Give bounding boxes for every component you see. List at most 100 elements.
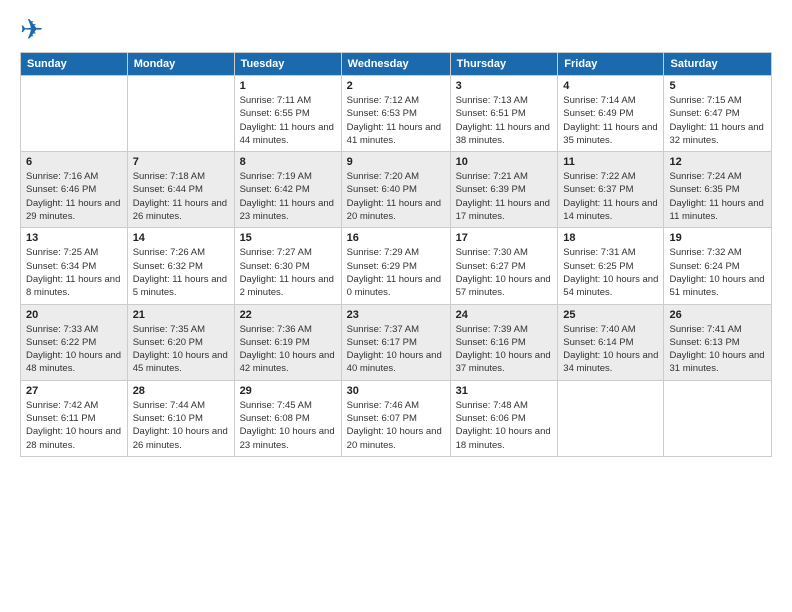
day-info: Sunrise: 7:22 AM Sunset: 6:37 PM Dayligh… xyxy=(563,170,658,223)
day-number: 15 xyxy=(240,232,336,244)
calendar-cell: 9 Sunrise: 7:20 AM Sunset: 6:40 PM Daylig… xyxy=(341,152,450,228)
day-info: Sunrise: 7:25 AM Sunset: 6:34 PM Dayligh… xyxy=(26,246,122,299)
day-number: 24 xyxy=(456,309,553,321)
day-info: Sunrise: 7:45 AM Sunset: 6:08 PM Dayligh… xyxy=(240,399,336,452)
day-number: 4 xyxy=(563,80,658,92)
day-number: 6 xyxy=(26,156,122,168)
day-info: Sunrise: 7:14 AM Sunset: 6:49 PM Dayligh… xyxy=(563,94,658,147)
day-number: 5 xyxy=(669,80,766,92)
day-number: 10 xyxy=(456,156,553,168)
day-info: Sunrise: 7:30 AM Sunset: 6:27 PM Dayligh… xyxy=(456,246,553,299)
calendar-cell: 27Sunrise: 7:42 AM Sunset: 6:11 PM Dayli… xyxy=(21,380,128,456)
day-info: Sunrise: 7:12 AM Sunset: 6:53 PM Dayligh… xyxy=(347,94,445,147)
logo-icon: ✈ xyxy=(20,16,43,44)
day-number: 13 xyxy=(26,232,122,244)
calendar-cell: 5Sunrise: 7:15 AM Sunset: 6:47 PM Daylig… xyxy=(664,76,772,152)
calendar-cell: 18 Sunrise: 7:31 AM Sunset: 6:25 PM Dayli… xyxy=(558,228,664,304)
day-info: Sunrise: 7:33 AM Sunset: 6:22 PM Dayligh… xyxy=(26,323,122,376)
calendar-cell xyxy=(127,76,234,152)
day-number: 29 xyxy=(240,385,336,397)
day-number: 23 xyxy=(347,309,445,321)
weekday-header: Monday xyxy=(127,53,234,76)
weekday-header: Wednesday xyxy=(341,53,450,76)
day-info: Sunrise: 7:36 AM Sunset: 6:19 PM Dayligh… xyxy=(240,323,336,376)
day-info: Sunrise: 7:19 AM Sunset: 6:42 PM Dayligh… xyxy=(240,170,336,223)
calendar-cell: 20 Sunrise: 7:33 AM Sunset: 6:22 PM Dayli… xyxy=(21,304,128,380)
calendar-cell: 21 Sunrise: 7:35 AM Sunset: 6:20 PM Dayli… xyxy=(127,304,234,380)
day-number: 17 xyxy=(456,232,553,244)
calendar-cell: 22 Sunrise: 7:36 AM Sunset: 6:19 PM Dayli… xyxy=(234,304,341,380)
calendar-cell: 7 Sunrise: 7:18 AM Sunset: 6:44 PM Daylig… xyxy=(127,152,234,228)
header: ✈ xyxy=(20,16,772,44)
day-number: 20 xyxy=(26,309,122,321)
calendar-week-row: 20 Sunrise: 7:33 AM Sunset: 6:22 PM Dayli… xyxy=(21,304,772,380)
calendar-week-row: 13 Sunrise: 7:25 AM Sunset: 6:34 PM Dayli… xyxy=(21,228,772,304)
day-number: 16 xyxy=(347,232,445,244)
weekday-header: Thursday xyxy=(450,53,558,76)
weekday-header: Sunday xyxy=(21,53,128,76)
calendar-cell: 23Sunrise: 7:37 AM Sunset: 6:17 PM Dayli… xyxy=(341,304,450,380)
calendar-header-row: SundayMondayTuesdayWednesdayThursdayFrid… xyxy=(21,53,772,76)
calendar-cell: 11 Sunrise: 7:22 AM Sunset: 6:37 PM Dayli… xyxy=(558,152,664,228)
day-info: Sunrise: 7:41 AM Sunset: 6:13 PM Dayligh… xyxy=(669,323,766,376)
calendar-cell: 3Sunrise: 7:13 AM Sunset: 6:51 PM Daylig… xyxy=(450,76,558,152)
day-info: Sunrise: 7:32 AM Sunset: 6:24 PM Dayligh… xyxy=(669,246,766,299)
day-number: 3 xyxy=(456,80,553,92)
day-number: 28 xyxy=(133,385,229,397)
day-number: 9 xyxy=(347,156,445,168)
weekday-header: Saturday xyxy=(664,53,772,76)
day-info: Sunrise: 7:29 AM Sunset: 6:29 PM Dayligh… xyxy=(347,246,445,299)
day-info: Sunrise: 7:18 AM Sunset: 6:44 PM Dayligh… xyxy=(133,170,229,223)
calendar-cell: 25 Sunrise: 7:40 AM Sunset: 6:14 PM Dayli… xyxy=(558,304,664,380)
logo: ✈ xyxy=(20,16,47,44)
day-number: 12 xyxy=(669,156,766,168)
day-info: Sunrise: 7:21 AM Sunset: 6:39 PM Dayligh… xyxy=(456,170,553,223)
calendar-week-row: 6 Sunrise: 7:16 AM Sunset: 6:46 PM Daylig… xyxy=(21,152,772,228)
calendar-cell: 15 Sunrise: 7:27 AM Sunset: 6:30 PM Dayli… xyxy=(234,228,341,304)
day-number: 14 xyxy=(133,232,229,244)
calendar-cell: 2 Sunrise: 7:12 AM Sunset: 6:53 PM Daylig… xyxy=(341,76,450,152)
calendar-table: SundayMondayTuesdayWednesdayThursdayFrid… xyxy=(20,52,772,457)
calendar-cell: 4 Sunrise: 7:14 AM Sunset: 6:49 PM Daylig… xyxy=(558,76,664,152)
day-info: Sunrise: 7:26 AM Sunset: 6:32 PM Dayligh… xyxy=(133,246,229,299)
day-info: Sunrise: 7:11 AM Sunset: 6:55 PM Dayligh… xyxy=(240,94,336,147)
calendar-cell: 24 Sunrise: 7:39 AM Sunset: 6:16 PM Dayli… xyxy=(450,304,558,380)
calendar-cell: 26 Sunrise: 7:41 AM Sunset: 6:13 PM Dayli… xyxy=(664,304,772,380)
day-info: Sunrise: 7:40 AM Sunset: 6:14 PM Dayligh… xyxy=(563,323,658,376)
day-info: Sunrise: 7:24 AM Sunset: 6:35 PM Dayligh… xyxy=(669,170,766,223)
calendar-cell: 17 Sunrise: 7:30 AM Sunset: 6:27 PM Dayli… xyxy=(450,228,558,304)
day-info: Sunrise: 7:27 AM Sunset: 6:30 PM Dayligh… xyxy=(240,246,336,299)
calendar-week-row: 1Sunrise: 7:11 AM Sunset: 6:55 PM Daylig… xyxy=(21,76,772,152)
calendar-cell: 14 Sunrise: 7:26 AM Sunset: 6:32 PM Dayli… xyxy=(127,228,234,304)
calendar-cell xyxy=(664,380,772,456)
day-number: 21 xyxy=(133,309,229,321)
calendar-cell: 8 Sunrise: 7:19 AM Sunset: 6:42 PM Daylig… xyxy=(234,152,341,228)
calendar-cell: 30Sunrise: 7:46 AM Sunset: 6:07 PM Dayli… xyxy=(341,380,450,456)
day-number: 26 xyxy=(669,309,766,321)
day-number: 2 xyxy=(347,80,445,92)
weekday-header: Tuesday xyxy=(234,53,341,76)
day-info: Sunrise: 7:20 AM Sunset: 6:40 PM Dayligh… xyxy=(347,170,445,223)
day-info: Sunrise: 7:48 AM Sunset: 6:06 PM Dayligh… xyxy=(456,399,553,452)
day-info: Sunrise: 7:31 AM Sunset: 6:25 PM Dayligh… xyxy=(563,246,658,299)
day-number: 8 xyxy=(240,156,336,168)
calendar-cell: 1Sunrise: 7:11 AM Sunset: 6:55 PM Daylig… xyxy=(234,76,341,152)
day-number: 11 xyxy=(563,156,658,168)
day-number: 18 xyxy=(563,232,658,244)
page-container: ✈ SundayMondayTuesdayWednesdayThursdayFr… xyxy=(0,0,792,467)
day-number: 7 xyxy=(133,156,229,168)
calendar-cell: 6 Sunrise: 7:16 AM Sunset: 6:46 PM Daylig… xyxy=(21,152,128,228)
calendar-cell: 29 Sunrise: 7:45 AM Sunset: 6:08 PM Dayli… xyxy=(234,380,341,456)
calendar-cell xyxy=(21,76,128,152)
day-number: 25 xyxy=(563,309,658,321)
day-info: Sunrise: 7:16 AM Sunset: 6:46 PM Dayligh… xyxy=(26,170,122,223)
day-number: 19 xyxy=(669,232,766,244)
calendar-cell: 12 Sunrise: 7:24 AM Sunset: 6:35 PM Dayli… xyxy=(664,152,772,228)
calendar-cell xyxy=(558,380,664,456)
day-info: Sunrise: 7:39 AM Sunset: 6:16 PM Dayligh… xyxy=(456,323,553,376)
day-number: 22 xyxy=(240,309,336,321)
day-info: Sunrise: 7:35 AM Sunset: 6:20 PM Dayligh… xyxy=(133,323,229,376)
calendar-cell: 16 Sunrise: 7:29 AM Sunset: 6:29 PM Dayli… xyxy=(341,228,450,304)
day-info: Sunrise: 7:42 AM Sunset: 6:11 PM Dayligh… xyxy=(26,399,122,452)
calendar-cell: 10 Sunrise: 7:21 AM Sunset: 6:39 PM Dayli… xyxy=(450,152,558,228)
